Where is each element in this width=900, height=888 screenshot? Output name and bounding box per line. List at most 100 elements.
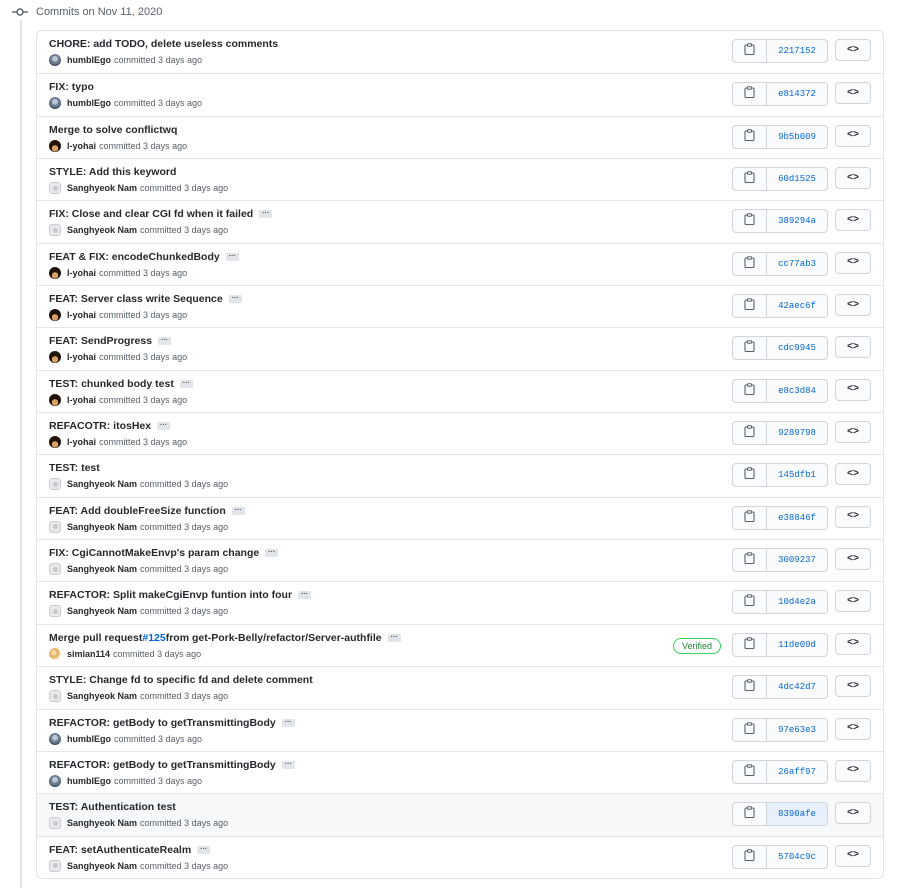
code-icon[interactable]: <> (835, 421, 871, 444)
ellipsis-icon[interactable]: ··· (197, 845, 211, 854)
commit-sha-link[interactable]: 3009237 (767, 549, 827, 571)
copy-sha-button[interactable] (733, 337, 767, 360)
commit-sha-link[interactable]: 97e63e3 (767, 719, 827, 741)
avatar[interactable] (49, 393, 61, 406)
code-icon[interactable]: <> (835, 505, 871, 528)
copy-sha-button[interactable] (733, 422, 767, 445)
avatar[interactable] (49, 732, 61, 745)
avatar[interactable] (49, 266, 61, 279)
ellipsis-icon[interactable]: ··· (281, 760, 295, 769)
code-icon[interactable]: <> (835, 844, 871, 867)
code-icon[interactable]: <> (835, 632, 871, 655)
ellipsis-icon[interactable]: ··· (259, 210, 273, 219)
commit-title-link[interactable]: Merge to solve conflictwq (49, 124, 177, 136)
commit-author[interactable]: Sanghyeok Nam (67, 479, 137, 489)
code-icon[interactable]: <> (835, 590, 871, 613)
code-icon[interactable]: <> (835, 124, 871, 147)
code-icon[interactable]: <> (835, 759, 871, 782)
commit-title-link[interactable]: TEST: chunked body test (49, 378, 174, 390)
copy-sha-button[interactable] (733, 506, 767, 529)
avatar[interactable] (49, 351, 61, 364)
avatar[interactable] (49, 647, 61, 660)
avatar[interactable] (49, 520, 61, 533)
ellipsis-icon[interactable]: ··· (225, 252, 239, 261)
commit-author[interactable]: humblEgo (67, 55, 111, 65)
avatar[interactable] (49, 605, 61, 618)
avatar[interactable] (49, 97, 61, 110)
copy-sha-button[interactable] (733, 464, 767, 487)
code-icon[interactable]: <> (835, 717, 871, 740)
pull-request-link[interactable]: #125 (142, 632, 165, 644)
commit-author[interactable]: l-yohai (67, 437, 96, 447)
copy-sha-button[interactable] (733, 295, 767, 318)
code-icon[interactable]: <> (835, 251, 871, 274)
copy-sha-button[interactable] (733, 125, 767, 148)
commit-sha-link[interactable]: 11de09d (767, 634, 827, 656)
commit-author[interactable]: humblEgo (67, 98, 111, 108)
commit-sha-link[interactable]: 2217152 (767, 40, 827, 62)
avatar[interactable] (49, 478, 61, 491)
ellipsis-icon[interactable]: ··· (179, 379, 193, 388)
commit-author[interactable]: Sanghyeok Nam (67, 818, 137, 828)
avatar[interactable] (49, 774, 61, 787)
avatar[interactable] (49, 182, 61, 195)
commit-author[interactable]: humblEgo (67, 734, 111, 744)
commit-title-link[interactable]: FEAT: SendProgress (49, 335, 152, 347)
commit-title-link[interactable]: FIX: typo (49, 81, 94, 93)
copy-sha-button[interactable] (733, 760, 767, 783)
commit-title-link[interactable]: CHORE: add TODO, delete useless comments (49, 38, 278, 50)
code-icon[interactable]: <> (835, 463, 871, 486)
commit-title-link[interactable]: REFACTOR: Split makeCgiEnvp funtion into… (49, 589, 292, 601)
code-icon[interactable]: <> (835, 675, 871, 698)
commit-title-link[interactable]: FEAT: Add doubleFreeSize function (49, 505, 226, 517)
avatar[interactable] (49, 436, 61, 449)
avatar[interactable] (49, 224, 61, 237)
commit-author[interactable]: Sanghyeok Nam (67, 691, 137, 701)
commit-author[interactable]: l-yohai (67, 352, 96, 362)
commit-author[interactable]: Sanghyeok Nam (67, 225, 137, 235)
copy-sha-button[interactable] (733, 210, 767, 233)
avatar[interactable] (49, 690, 61, 703)
code-icon[interactable]: <> (835, 336, 871, 359)
ellipsis-icon[interactable]: ··· (265, 549, 279, 558)
copy-sha-button[interactable] (733, 845, 767, 868)
commit-title-link[interactable]: from get-Pork-Belly/refactor/Server-auth… (166, 632, 382, 644)
avatar[interactable] (49, 54, 61, 66)
ellipsis-icon[interactable]: ··· (228, 295, 242, 304)
copy-sha-button[interactable] (733, 168, 767, 191)
avatar[interactable] (49, 309, 61, 322)
copy-sha-button[interactable] (733, 591, 767, 614)
avatar[interactable] (49, 859, 61, 872)
commit-sha-link[interactable]: e38846f (767, 507, 827, 529)
commit-sha-link[interactable]: cdc9945 (767, 337, 827, 359)
code-icon[interactable]: <> (835, 167, 871, 190)
ellipsis-icon[interactable]: ··· (157, 422, 171, 431)
ellipsis-icon[interactable]: ··· (387, 633, 401, 642)
code-icon[interactable]: <> (835, 802, 871, 825)
commit-sha-link[interactable]: 60d1525 (767, 168, 827, 190)
commit-author[interactable]: Sanghyeok Nam (67, 564, 137, 574)
code-icon[interactable]: <> (835, 82, 871, 105)
commit-author[interactable]: Sanghyeok Nam (67, 183, 137, 193)
ellipsis-icon[interactable]: ··· (298, 591, 312, 600)
commit-sha-link[interactable]: 4dc42d7 (767, 676, 827, 698)
ellipsis-icon[interactable]: ··· (231, 506, 245, 515)
avatar[interactable] (49, 139, 61, 152)
commit-sha-link[interactable]: 9b5b009 (767, 126, 827, 148)
copy-sha-button[interactable] (733, 549, 767, 572)
commit-author[interactable]: l-yohai (67, 395, 96, 405)
code-icon[interactable]: <> (835, 209, 871, 232)
ellipsis-icon[interactable]: ··· (158, 337, 172, 346)
verified-badge[interactable]: Verified (672, 637, 721, 654)
commit-title-link[interactable]: REFACTOR: getBody to getTransmittingBody (49, 759, 276, 771)
copy-sha-button[interactable] (733, 676, 767, 699)
copy-sha-button[interactable] (733, 718, 767, 741)
commit-title-link[interactable]: Merge pull request (49, 632, 142, 644)
copy-sha-button[interactable] (733, 803, 767, 826)
copy-sha-button[interactable] (733, 633, 767, 656)
commit-title-link[interactable]: FEAT: Server class write Sequence (49, 293, 223, 305)
commit-sha-link[interactable]: 145dfb1 (767, 464, 827, 486)
commit-sha-link[interactable]: 26aff97 (767, 761, 827, 783)
commit-sha-link[interactable]: 10d4e2a (767, 591, 827, 613)
commit-title-link[interactable]: REFACOTR: itosHex (49, 420, 151, 432)
